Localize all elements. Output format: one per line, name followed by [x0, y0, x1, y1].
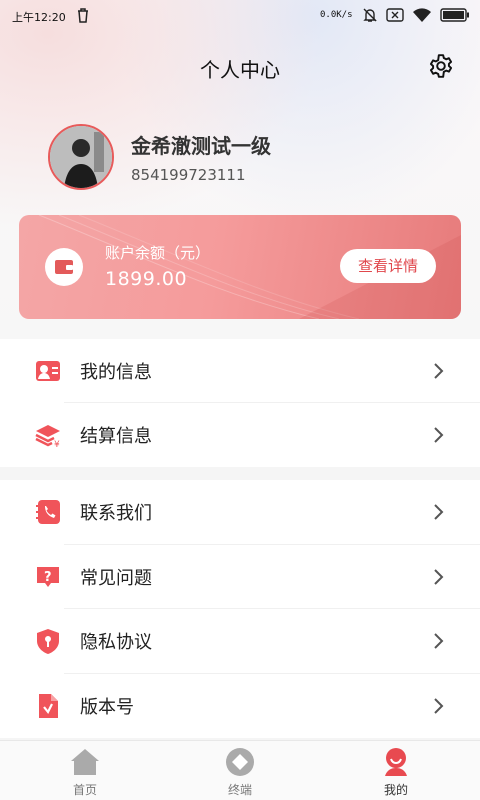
- user-id: 854199723111: [131, 166, 246, 184]
- menu-label: 隐私协议: [80, 632, 152, 654]
- menu-item-privacy-policy[interactable]: 隐私协议: [0, 609, 480, 674]
- money-stack-icon: ¥: [34, 421, 62, 450]
- document-icon: [34, 692, 62, 720]
- chevron-right-icon: [432, 568, 444, 586]
- user-name: 金希澈测试一级: [131, 134, 271, 158]
- svg-text:?: ?: [44, 570, 52, 585]
- tab-label: 终端: [227, 783, 252, 797]
- no-sim-icon: [386, 8, 404, 22]
- question-icon: ?: [34, 563, 62, 591]
- menu-item-settlement-info[interactable]: ¥ 结算信息: [0, 403, 480, 467]
- status-bar: 上午12:20 0.0K/s: [0, 0, 480, 32]
- mute-bell-icon: [363, 8, 377, 22]
- menu-label: 版本号: [80, 696, 134, 718]
- menu-group-support: 联系我们 ? 常见问题 隐私协议 版本号: [0, 480, 480, 738]
- user-icon: [381, 747, 411, 777]
- menu-item-my-info[interactable]: 我的信息: [0, 339, 480, 403]
- chevron-right-icon: [432, 426, 444, 444]
- tab-mine[interactable]: 我的: [356, 747, 436, 798]
- view-details-button[interactable]: 查看详情: [340, 249, 436, 283]
- page-title: 个人中心: [200, 58, 280, 82]
- terminal-icon: [225, 747, 255, 777]
- home-icon: [70, 747, 100, 777]
- balance-label: 账户余额（元）: [105, 244, 211, 262]
- settings-button[interactable]: [428, 53, 454, 79]
- menu-label: 常见问题: [80, 567, 152, 589]
- page-header: 个人中心: [0, 44, 480, 88]
- menu-item-contact-us[interactable]: 联系我们: [0, 480, 480, 545]
- status-icons: [362, 7, 470, 23]
- tab-label: 我的: [383, 783, 408, 797]
- menu-item-version[interactable]: 版本号: [0, 674, 480, 739]
- svg-text:¥: ¥: [54, 440, 60, 449]
- wifi-icon: [413, 8, 431, 22]
- chevron-right-icon: [432, 632, 444, 650]
- wallet-icon: [45, 248, 83, 286]
- bottom-tab-bar: 首页 终端 我的: [0, 740, 480, 800]
- menu-item-faq[interactable]: ? 常见问题: [0, 545, 480, 609]
- phone-book-icon: [34, 498, 62, 526]
- menu-group-account: 我的信息 ¥ 结算信息: [0, 339, 480, 467]
- tab-label: 首页: [72, 783, 97, 797]
- tab-terminal[interactable]: 终端: [200, 747, 280, 798]
- network-speed: 0.0K/s: [320, 10, 353, 20]
- menu-label: 我的信息: [80, 362, 152, 383]
- tab-home[interactable]: 首页: [45, 747, 125, 798]
- chevron-right-icon: [432, 362, 444, 380]
- balance-amount: 1899.00: [105, 268, 188, 290]
- battery-icon: [440, 8, 469, 22]
- menu-label: 结算信息: [80, 426, 152, 447]
- user-card-icon: [34, 357, 62, 385]
- chevron-right-icon: [432, 503, 444, 521]
- menu-label: 联系我们: [80, 503, 152, 525]
- status-time: 上午12:20: [12, 11, 66, 24]
- avatar[interactable]: [48, 124, 114, 190]
- profile-section[interactable]: 金希澈测试一级 854199723111: [48, 124, 448, 190]
- shield-lock-icon: [34, 627, 62, 655]
- gear-icon: [429, 54, 453, 78]
- trash-icon: [76, 7, 90, 26]
- chevron-right-icon: [432, 697, 444, 715]
- balance-card: 账户余额（元） 1899.00 查看详情: [19, 215, 461, 319]
